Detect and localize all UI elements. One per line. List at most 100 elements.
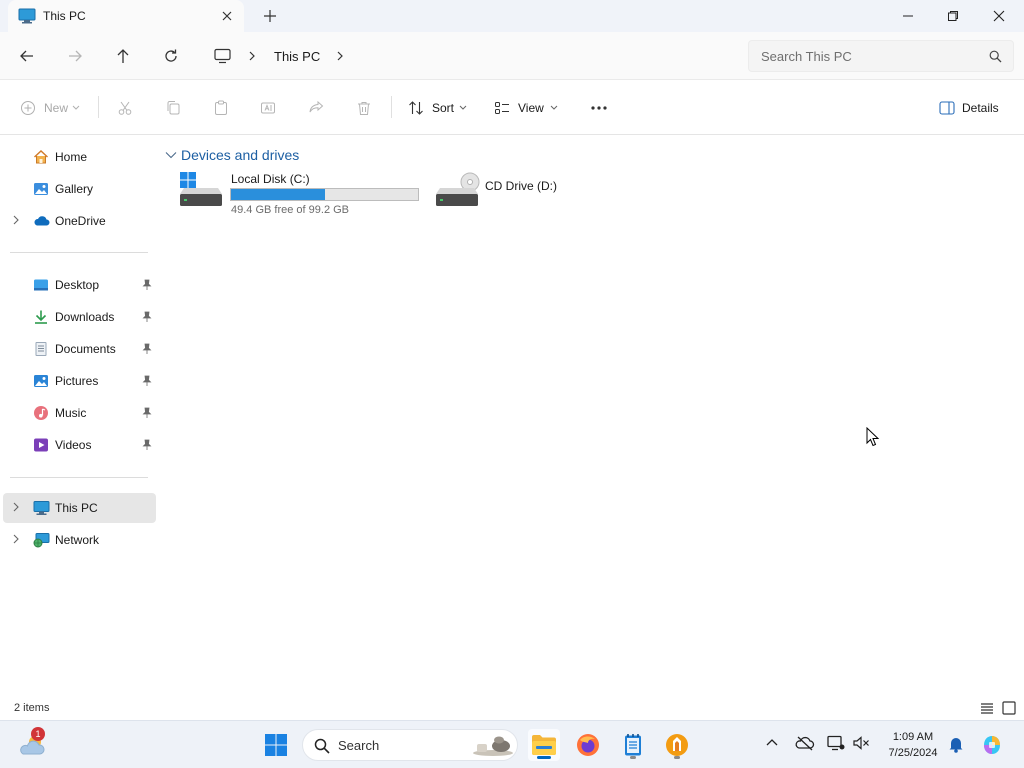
close-tab-icon[interactable] <box>219 8 235 24</box>
minimize-button[interactable] <box>885 0 931 32</box>
copy-button[interactable] <box>165 96 181 120</box>
refresh-button[interactable] <box>159 44 183 68</box>
pin-icon[interactable] <box>142 407 152 419</box>
separator <box>10 477 148 478</box>
taskbar-search[interactable]: Search <box>302 729 518 761</box>
pin-icon[interactable] <box>142 279 152 291</box>
this-pc-icon <box>33 500 50 516</box>
arrow-right-icon <box>67 48 83 64</box>
drive-tile-c[interactable]: Local Disk (C:) 49.4 GB free of 99.2 GB <box>176 168 424 220</box>
pin-icon[interactable] <box>142 311 152 323</box>
search-box[interactable] <box>748 40 1014 72</box>
sidebar-item-network[interactable]: Network <box>3 525 156 555</box>
sidebar-item-gallery[interactable]: Gallery <box>3 174 156 204</box>
sidebar-item-label: OneDrive <box>55 214 106 228</box>
sort-button[interactable]: Sort <box>408 96 467 120</box>
chevron-down-icon <box>72 105 80 111</box>
paste-icon <box>213 100 229 116</box>
sidebar-item-documents[interactable]: Documents <box>3 334 156 364</box>
notification-bell-icon[interactable] <box>948 735 964 753</box>
sidebar-item-downloads[interactable]: Downloads <box>3 302 156 332</box>
downloads-icon <box>33 309 49 325</box>
drive-tile-d[interactable]: CD Drive (D:) <box>432 168 582 212</box>
drive-free-space: 49.4 GB free of 99.2 GB <box>231 204 350 216</box>
chevron-down-icon <box>165 151 177 159</box>
new-tab-icon[interactable] <box>262 8 278 24</box>
onedrive-icon <box>33 213 50 229</box>
taskbar-file-explorer[interactable] <box>528 729 560 761</box>
search-input[interactable] <box>761 47 981 65</box>
breadcrumb-this-pc[interactable]: This PC <box>274 49 320 64</box>
taskbar-firefox[interactable] <box>572 729 604 761</box>
monitor-outline-icon <box>214 48 231 64</box>
share-button[interactable] <box>308 96 324 120</box>
forward-button[interactable] <box>63 44 87 68</box>
sidebar-item-onedrive[interactable]: OneDrive <box>3 206 156 236</box>
desktop-icon <box>33 277 49 293</box>
taskbar-notepad[interactable] <box>617 729 649 761</box>
chevron-right-icon[interactable] <box>12 215 20 225</box>
taskbar-app[interactable] <box>661 729 693 761</box>
start-button[interactable] <box>260 729 292 761</box>
maximize-button[interactable] <box>930 0 976 32</box>
details-view-icon[interactable] <box>979 701 995 715</box>
sidebar-item-label: Documents <box>55 342 116 356</box>
sidebar-item-label: Home <box>55 150 88 164</box>
paste-button[interactable] <box>213 96 229 120</box>
pin-icon[interactable] <box>142 375 152 387</box>
close-button[interactable] <box>976 0 1022 32</box>
share-icon <box>308 100 324 116</box>
copilot-icon[interactable] <box>980 733 1004 757</box>
running-indicator <box>674 756 680 759</box>
separator <box>10 252 148 253</box>
chevron-right-icon[interactable] <box>12 502 20 512</box>
large-icons-view-icon[interactable] <box>1001 700 1017 716</box>
search-icon <box>314 738 330 754</box>
details-button[interactable]: Details <box>939 96 999 120</box>
group-title: Devices and drives <box>181 147 300 163</box>
pin-icon[interactable] <box>142 439 152 451</box>
sidebar-item-music[interactable]: Music <box>3 398 156 428</box>
sidebar-item-desktop[interactable]: Desktop <box>3 270 156 300</box>
back-button[interactable] <box>15 44 39 68</box>
chevron-right-icon[interactable] <box>336 51 344 61</box>
sidebar-item-videos[interactable]: Videos <box>3 430 156 460</box>
command-bar: New Sort View Details <box>0 80 1024 135</box>
network-status-icon[interactable] <box>827 735 845 751</box>
sidebar-item-this-pc[interactable]: This PC <box>3 493 156 523</box>
more-options-button[interactable] <box>590 96 608 120</box>
windows-logo-icon <box>264 733 288 757</box>
new-button[interactable]: New <box>20 96 80 120</box>
rename-button[interactable] <box>260 96 276 120</box>
clock-date: 7/25/2024 <box>888 747 938 759</box>
sidebar-item-home[interactable]: Home <box>3 142 156 172</box>
separator <box>391 96 392 118</box>
view-button[interactable]: View <box>494 96 558 120</box>
taskbar: Search 1:09 AM 7/25/2024 <box>0 720 1024 768</box>
close-icon <box>993 10 1005 22</box>
drive-usage-bar <box>230 188 419 201</box>
cut-button[interactable] <box>117 96 133 120</box>
search-icon[interactable] <box>989 50 1002 63</box>
tab-this-pc[interactable]: This PC <box>8 0 244 32</box>
cloud-off-icon[interactable] <box>795 735 815 751</box>
home-icon <box>33 149 49 165</box>
chevron-up-icon[interactable] <box>766 738 778 746</box>
chevron-right-icon[interactable] <box>248 51 256 61</box>
group-header-devices[interactable]: Devices and drives <box>165 145 299 165</box>
sidebar-item-label: Gallery <box>55 182 94 196</box>
volume-muted-icon[interactable] <box>853 735 871 751</box>
clock[interactable]: 1:09 AM 7/25/2024 <box>878 729 948 761</box>
rename-icon <box>260 100 276 116</box>
drive-usage-fill <box>231 189 325 200</box>
cut-icon <box>117 100 133 116</box>
up-button[interactable] <box>111 44 135 68</box>
address-bar[interactable]: This PC <box>204 40 736 72</box>
sidebar-item-pictures[interactable]: Pictures <box>3 366 156 396</box>
drive-name: Local Disk (C:) <box>231 172 310 186</box>
pin-icon[interactable] <box>142 343 152 355</box>
chevron-down-icon <box>550 105 558 111</box>
firefox-icon <box>576 733 600 757</box>
delete-button[interactable] <box>356 96 372 120</box>
chevron-right-icon[interactable] <box>12 534 20 544</box>
